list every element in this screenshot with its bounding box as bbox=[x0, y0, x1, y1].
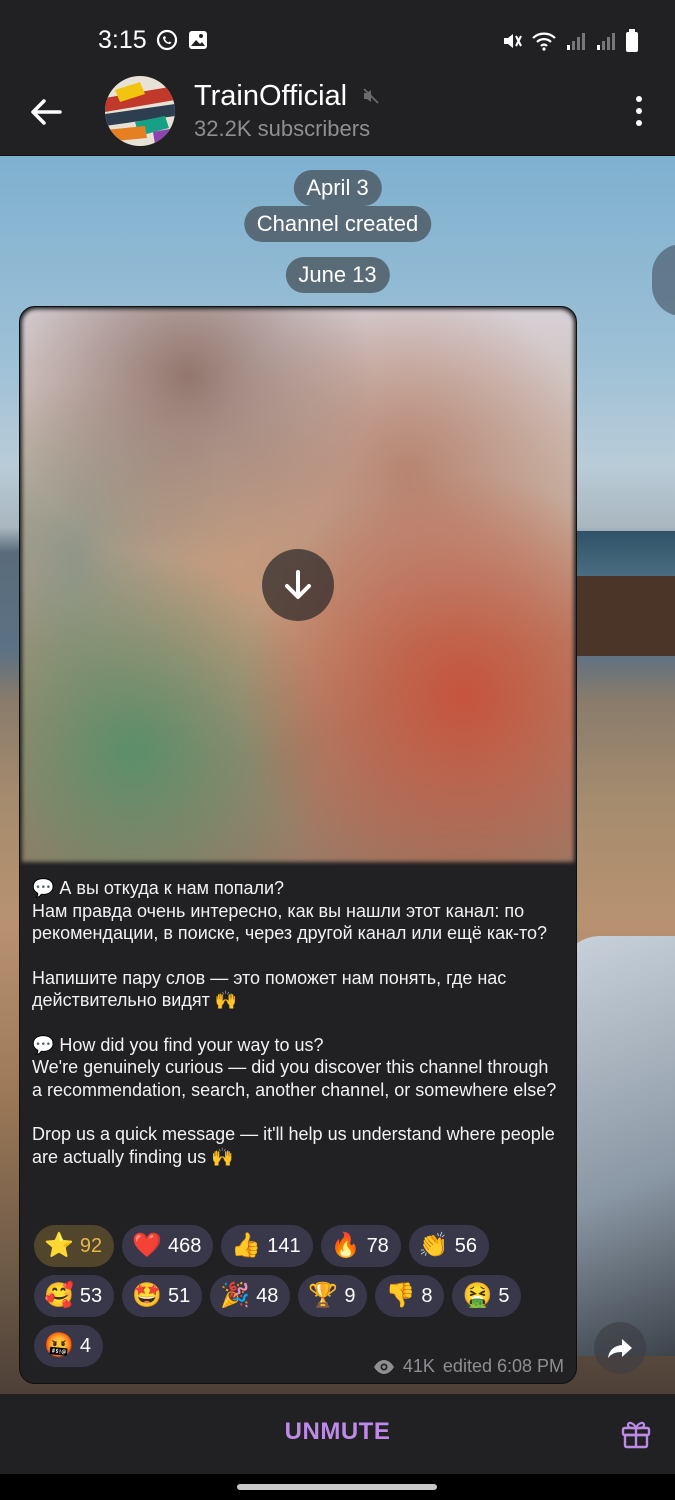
vomit-emoji-icon: 🤮 bbox=[462, 1282, 493, 1309]
system-navigation-bar bbox=[0, 1474, 675, 1500]
reaction-count: 92 bbox=[79, 1234, 103, 1257]
reaction-party[interactable]: 🎉 48 bbox=[210, 1275, 291, 1317]
home-indicator[interactable] bbox=[237, 1484, 437, 1490]
reaction-trophy[interactable]: 🏆 9 bbox=[298, 1275, 368, 1317]
mute-vibrate-icon bbox=[504, 34, 522, 48]
gallery-icon bbox=[189, 31, 207, 49]
wifi-icon bbox=[532, 32, 556, 51]
reaction-cursing[interactable]: 🤬 4 bbox=[34, 1325, 104, 1367]
heart-emoji-icon: ❤️ bbox=[132, 1232, 163, 1259]
channel-avatar[interactable] bbox=[105, 76, 175, 146]
share-button[interactable] bbox=[594, 1322, 646, 1374]
reaction-count: 78 bbox=[366, 1234, 389, 1257]
signal-icon bbox=[567, 33, 585, 50]
reaction-count: 468 bbox=[168, 1234, 202, 1257]
channel-name[interactable]: TrainOfficial bbox=[194, 80, 347, 113]
reaction-clap[interactable]: 👏 56 bbox=[408, 1225, 489, 1267]
background-pier bbox=[570, 576, 675, 656]
back-arrow-icon[interactable] bbox=[28, 94, 64, 130]
chat-header: TrainOfficial 32.2K subscribers bbox=[0, 76, 675, 156]
reaction-count: 56 bbox=[454, 1234, 477, 1257]
subscriber-count: 32.2K subscribers bbox=[194, 116, 371, 141]
reaction-count: 8 bbox=[421, 1284, 433, 1307]
thumbs-down-emoji-icon: 👎 bbox=[385, 1282, 416, 1309]
background-cloth bbox=[560, 936, 675, 1356]
battery-icon bbox=[626, 29, 638, 52]
download-arrow-icon bbox=[285, 570, 311, 599]
post-paragraph-en-request: Drop us a quick message — it'll help us … bbox=[32, 1124, 555, 1167]
status-right-icons bbox=[501, 29, 639, 53]
reaction-smiling-hearts[interactable]: 🥰 53 bbox=[34, 1275, 115, 1317]
status-left-icons bbox=[156, 29, 209, 51]
post-meta: 41K edited 6:08 PM bbox=[373, 1356, 564, 1377]
reaction-count: 4 bbox=[79, 1334, 92, 1357]
date-pill-april: April 3 bbox=[293, 170, 382, 206]
reaction-count: 48 bbox=[256, 1284, 279, 1307]
post-text: 💬 А вы откуда к нам попали? Нам правда о… bbox=[32, 877, 562, 1168]
reaction-thumbs-up[interactable]: 👍 141 bbox=[221, 1225, 313, 1267]
post-paragraph-ru-request: Напишите пару слов — это поможет нам пон… bbox=[32, 967, 507, 1011]
smiling-hearts-emoji-icon: 🥰 bbox=[44, 1282, 74, 1309]
status-time: 3:15 bbox=[98, 26, 147, 54]
reaction-fire[interactable]: 🔥 78 bbox=[320, 1225, 401, 1267]
cursing-face-emoji-icon: 🤬 bbox=[44, 1332, 74, 1359]
reaction-count: 9 bbox=[344, 1284, 356, 1307]
reaction-heart[interactable]: ❤️ 468 bbox=[122, 1225, 214, 1267]
reaction-thumbs-down[interactable]: 👎 8 bbox=[375, 1275, 445, 1317]
post-bubble[interactable]: 💬 А вы откуда к нам попали? Нам правда о… bbox=[19, 306, 577, 1384]
background-sea bbox=[560, 531, 675, 576]
reactions-list: ⭐ 92 ❤️ 468 👍 141 🔥 78 👏 56 🥰 53 🤩 51 🎉 48 🏆 9 👎 8… bbox=[34, 1225, 574, 1375]
reaction-count: 141 bbox=[267, 1234, 301, 1257]
eye-icon bbox=[373, 1359, 394, 1374]
scroll-handle[interactable] bbox=[652, 244, 675, 316]
more-options-icon[interactable] bbox=[631, 95, 647, 127]
view-count: 41K bbox=[402, 1356, 435, 1376]
gift-icon[interactable] bbox=[619, 1416, 653, 1450]
share-arrow-icon bbox=[608, 1339, 632, 1358]
thumbs-up-emoji-icon: 👍 bbox=[231, 1232, 262, 1259]
reaction-star[interactable]: ⭐ 92 bbox=[34, 1225, 115, 1267]
reaction-star-struck[interactable]: 🤩 51 bbox=[122, 1275, 203, 1317]
party-popper-emoji-icon: 🎉 bbox=[220, 1282, 251, 1309]
service-message-channel-created: Channel created bbox=[243, 206, 432, 242]
fire-emoji-icon: 🔥 bbox=[330, 1232, 361, 1259]
date-pill-june: June 13 bbox=[285, 257, 390, 293]
clap-emoji-icon: 👏 bbox=[418, 1232, 449, 1259]
unmute-button[interactable]: UNMUTE bbox=[285, 1418, 391, 1446]
signal-icon bbox=[597, 33, 615, 50]
reaction-count: 53 bbox=[79, 1284, 103, 1307]
bottom-bar: UNMUTE bbox=[0, 1394, 675, 1474]
whatsapp-icon bbox=[156, 29, 178, 51]
post-paragraph-ru-question: 💬 А вы откуда к нам попали? Нам правда о… bbox=[32, 878, 548, 943]
reaction-count: 51 bbox=[168, 1284, 191, 1307]
download-button[interactable] bbox=[262, 549, 334, 621]
reaction-count: 5 bbox=[498, 1284, 510, 1307]
star-emoji-icon: ⭐ bbox=[44, 1232, 74, 1259]
star-struck-emoji-icon: 🤩 bbox=[132, 1282, 163, 1309]
status-bar: 3:15 bbox=[0, 0, 675, 80]
trophy-emoji-icon: 🏆 bbox=[308, 1282, 339, 1309]
edited-timestamp: edited 6:08 PM bbox=[442, 1356, 564, 1376]
reaction-vomit[interactable]: 🤮 5 bbox=[452, 1275, 522, 1317]
post-paragraph-en-question: 💬 How did you find your way to us? We're… bbox=[32, 1034, 557, 1100]
muted-speaker-icon bbox=[363, 88, 379, 104]
